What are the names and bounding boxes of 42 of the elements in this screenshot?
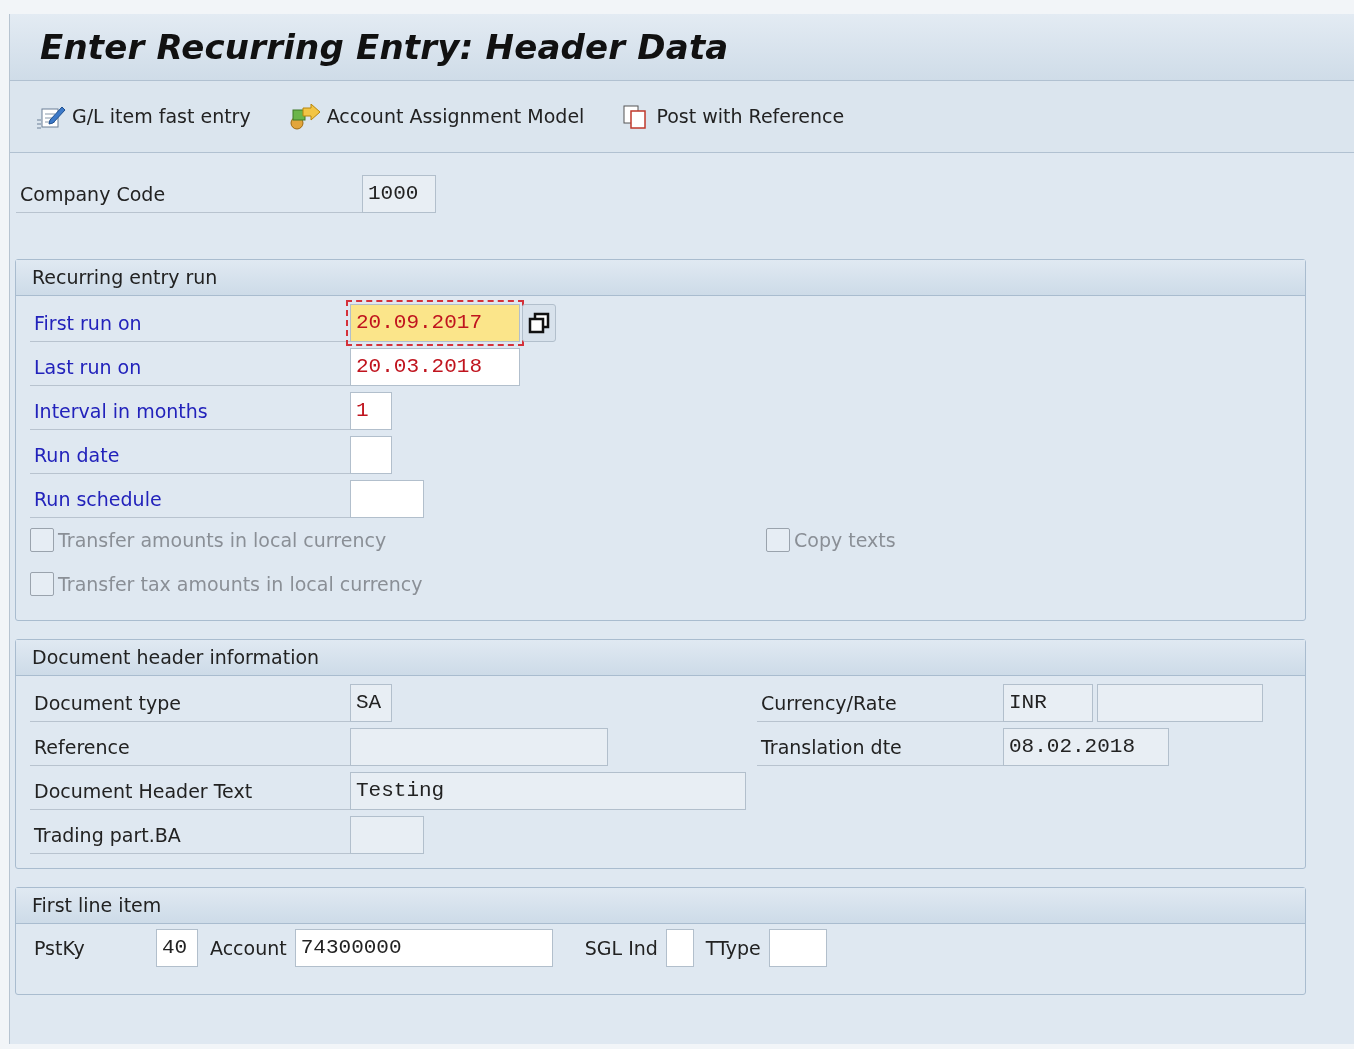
- group-title: Document header information: [32, 645, 320, 671]
- group-title: First line item: [32, 893, 162, 919]
- input-field[interactable]: [350, 480, 424, 518]
- field-label: Document Header Text: [34, 779, 253, 805]
- field-label: Reference: [34, 735, 130, 761]
- field-label: Translation dte: [761, 735, 902, 761]
- field-label: Run schedule: [34, 487, 162, 513]
- input-field[interactable]: 1: [350, 392, 392, 430]
- input-field[interactable]: [350, 728, 608, 766]
- group-title: Recurring entry run: [32, 265, 218, 291]
- field-label: Currency/Rate: [761, 691, 897, 717]
- input-field[interactable]: 74300000: [294, 929, 553, 967]
- input-field[interactable]: [350, 816, 424, 854]
- field-label: Document type: [34, 691, 181, 717]
- value-help-button[interactable]: [522, 304, 556, 342]
- input-field[interactable]: [350, 436, 392, 474]
- input-field[interactable]: INR: [1003, 684, 1093, 722]
- input-field[interactable]: 40: [156, 929, 198, 967]
- field-label: Interval in months: [34, 399, 208, 425]
- field-label: SGL Ind: [583, 935, 658, 961]
- screen-title: Enter Recurring Entry: Header Data: [40, 25, 729, 69]
- field-label: Run date: [34, 443, 120, 469]
- input-field[interactable]: [768, 929, 827, 967]
- input-field[interactable]: 20.03.2018: [350, 348, 520, 386]
- field-label: Last run on: [34, 355, 142, 381]
- toolbar-button[interactable]: Account Assignment Model: [286, 100, 587, 133]
- toolbar-button[interactable]: Post with Reference: [620, 100, 847, 133]
- input-field[interactable]: SA: [350, 684, 392, 722]
- copy-icon: [528, 312, 550, 334]
- input-field[interactable]: [665, 929, 694, 967]
- field-label: Account: [209, 935, 287, 961]
- field-label: First run on: [34, 311, 142, 337]
- input-field[interactable]: Testing: [350, 772, 746, 810]
- input-field[interactable]: [1097, 684, 1263, 722]
- input-field[interactable]: 1000: [362, 175, 436, 213]
- toolbar-button[interactable]: G/L item fast entry: [34, 100, 253, 133]
- transfer-icon: [288, 103, 321, 130]
- input-field[interactable]: 08.02.2018: [1003, 728, 1169, 766]
- field-label: Company Code: [20, 182, 166, 208]
- field-label: TType: [704, 935, 761, 961]
- field-label: Trading part.BA: [34, 823, 181, 849]
- field-label: PstKy: [33, 935, 86, 961]
